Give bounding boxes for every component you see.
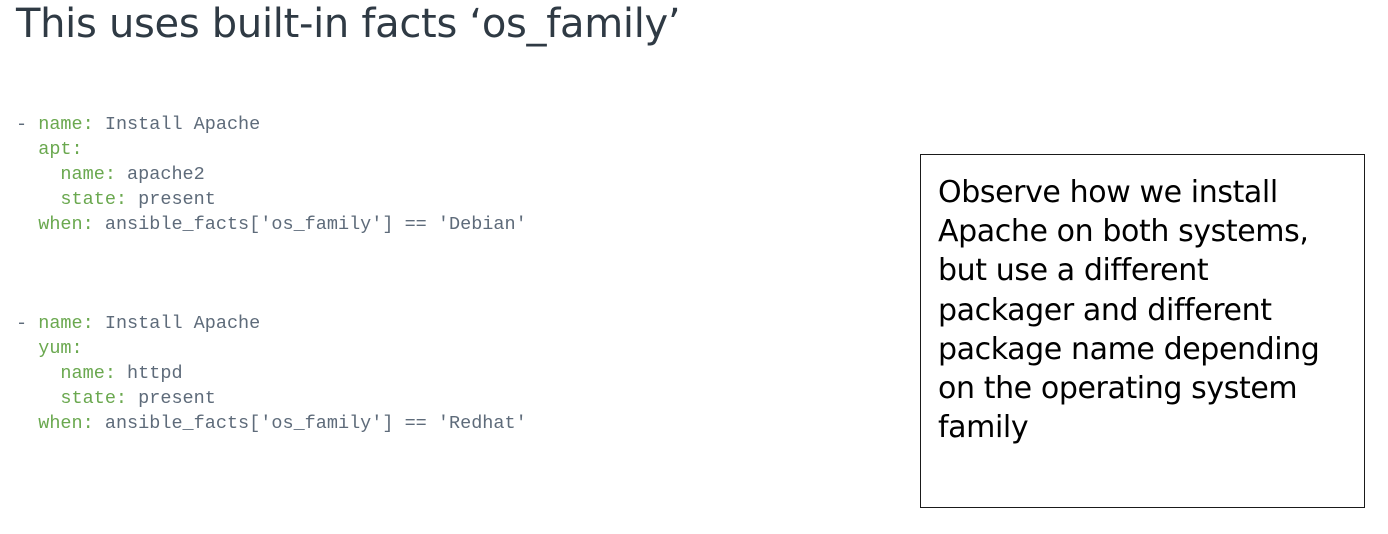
code-line: name: apache2 [16,162,527,187]
yaml-key: name: [60,363,116,384]
yaml-value: ansible_facts['os_family'] == 'Redhat' [93,413,527,434]
yaml-key: name: [60,164,116,185]
code-line: apt: [16,137,527,162]
note-line: on the operating system [938,371,1298,407]
yaml-value: httpd [115,363,183,384]
yaml-value: Install Apache [93,114,261,135]
code-block-yum: - name: Install Apache yum: name: httpd … [16,311,527,436]
note-line: package name depending [938,331,1320,367]
code-block-apt: - name: Install Apache apt: name: apache… [16,112,527,237]
yaml-value: ansible_facts['os_family'] == 'Debian' [93,214,527,235]
code-line: when: ansible_facts['os_family'] == 'Deb… [16,212,527,237]
code-line: yum: [16,336,527,361]
code-line: - name: Install Apache [16,114,261,135]
note-line: family [938,410,1029,446]
yaml-value: apache2 [115,164,205,185]
slide-title: This uses built-in facts ‘os_family’ [16,1,681,47]
yaml-value: Install Apache [93,313,261,334]
note-box: Observe how we install Apache on both sy… [920,154,1365,508]
yaml-key: name: [38,313,94,334]
yaml-value: present [127,388,216,409]
yaml-key: when: [38,413,94,434]
note-line: Apache on both systems, [938,214,1309,250]
yaml-key: state: [60,189,128,210]
note-line: but use a different [938,253,1209,289]
yaml-key: yum: [38,338,83,359]
code-line: - name: Install Apache [16,313,261,334]
yaml-key: state: [60,388,128,409]
yaml-key: when: [38,214,94,235]
code-line: state: present [16,386,527,411]
note-text: Observe how we install Apache on both sy… [938,173,1348,447]
code-line: state: present [16,187,527,212]
code-line: when: ansible_facts['os_family'] == 'Red… [16,411,527,436]
note-line: Observe how we install [938,175,1278,210]
yaml-key: name: [38,114,94,135]
yaml-value: present [127,189,216,210]
note-line: packager and different [938,292,1272,328]
code-line: name: httpd [16,361,527,386]
yaml-key: apt: [38,139,83,160]
